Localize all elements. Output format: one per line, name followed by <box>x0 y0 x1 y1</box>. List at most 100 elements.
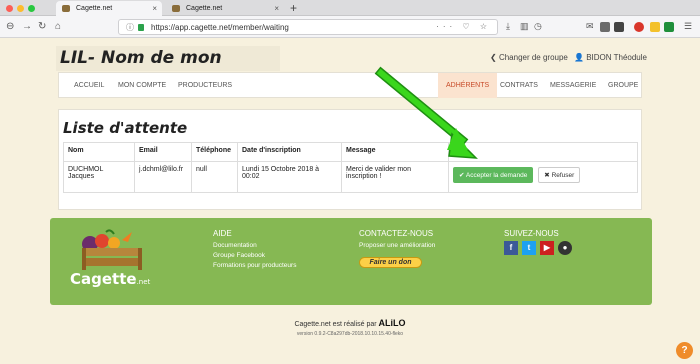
info-icon[interactable]: ⓘ <box>126 22 134 33</box>
donate-button[interactable]: Faire un don <box>359 257 422 268</box>
column-header <box>448 142 638 162</box>
footer-link-formations[interactable]: Formations pour producteurs <box>213 262 296 269</box>
x-icon: ✖ <box>544 172 550 179</box>
user-name: BIDON Théodule <box>586 53 647 62</box>
alilo-logo[interactable]: ALiLO <box>379 318 406 328</box>
check-icon: ✔ <box>459 172 465 179</box>
cell-name: DUCHMOL Jacques <box>63 161 135 193</box>
waiting-list-panel: Liste d'attente Nom Email Téléphone Date… <box>58 109 642 210</box>
footer-link-proposer[interactable]: Proposer une amélioration <box>359 242 435 249</box>
user-icon: 👤 <box>574 53 584 62</box>
zoom-window-button[interactable] <box>28 5 35 12</box>
adblock-icon[interactable] <box>634 22 644 32</box>
footer-heading-social: SUIVEZ-NOUS <box>504 229 559 238</box>
url-domain: https://app.cagette.net <box>151 23 231 32</box>
waiting-list-title: Liste d'attente <box>63 119 188 137</box>
brand-suffix: .net <box>136 278 151 286</box>
accept-label: Accepter la demande <box>465 172 528 179</box>
menu-item-adherents[interactable]: ADHÉRENTS <box>438 73 498 98</box>
message-line: inscription ! <box>346 173 382 180</box>
browser-titlebar: Cagette.net × Cagette.net × + <box>0 0 700 16</box>
forward-icon[interactable]: → <box>22 20 32 34</box>
menu-item-mon-compte[interactable]: MON COMPTE <box>118 73 166 98</box>
cell-message: Merci de valider mon inscription ! <box>341 161 449 193</box>
browser-tab[interactable]: Cagette.net × <box>166 1 284 16</box>
close-window-button[interactable] <box>6 5 13 12</box>
library-icon[interactable]: ▥ <box>520 21 529 32</box>
main-menu: ACCUEIL MON COMPTE PRODUCTEURS ADHÉRENTS… <box>58 72 642 98</box>
footer-heading-contact: CONTACTEZ-NOUS <box>359 229 434 238</box>
user-link[interactable]: 👤 BIDON Théodule <box>574 53 647 62</box>
mail-icon[interactable]: ✉ <box>586 21 594 32</box>
home-icon[interactable]: ⌂ <box>55 20 61 34</box>
cell-date: Lundi 15 Octobre 2018 à 00:02 <box>237 161 342 193</box>
history-icon[interactable]: ◷ <box>534 21 542 32</box>
version-text: version 0.9.2-C8a297db-2018.10.10.15.40-… <box>296 331 404 337</box>
menu-item-contrats[interactable]: CONTRATS <box>500 73 538 98</box>
footer-link-documentation[interactable]: Documentation <box>213 242 257 249</box>
minimize-window-button[interactable] <box>17 5 24 12</box>
member-firstname: Jacques <box>68 173 95 180</box>
url-bar[interactable]: ⓘ https://app.cagette.net/member/waiting… <box>118 19 498 35</box>
menu-item-groupe[interactable]: GROUPE <box>608 73 638 98</box>
column-header: Nom <box>63 142 135 162</box>
cagette-favicon <box>172 5 180 12</box>
date-line: Lundi 15 Octobre 2018 à <box>242 166 320 173</box>
cell-phone: null <box>191 161 238 193</box>
footer-brand: Cagette.net <box>70 270 150 288</box>
extension-icon[interactable] <box>614 22 624 32</box>
member-lastname: DUCHMOL <box>68 166 104 173</box>
refuse-label: Refuser <box>551 172 575 179</box>
menu-item-accueil[interactable]: ACCUEIL <box>74 73 104 98</box>
brand-name: Cagette <box>70 270 137 288</box>
back-icon[interactable]: ⊖ <box>6 20 14 34</box>
credit-line: Cagette.net est réalisé par ALiLO <box>0 318 700 328</box>
close-tab-icon[interactable]: × <box>152 1 157 16</box>
tab-title: Cagette.net <box>76 5 113 12</box>
column-header: Date d'inscription <box>237 142 342 162</box>
menu-item-messagerie[interactable]: MESSAGERIE <box>550 73 596 98</box>
help-button[interactable]: ? <box>676 342 693 359</box>
close-tab-icon[interactable]: × <box>274 1 279 16</box>
browser-toolbar: ⊖ → ↻ ⌂ ⓘ https://app.cagette.net/member… <box>0 16 700 38</box>
waiting-list-table: Nom Email Téléphone Date d'inscription M… <box>63 142 638 193</box>
download-icon[interactable]: ⤓ <box>506 21 510 32</box>
chevron-left-icon: ❮ <box>490 53 497 62</box>
footer-heading-aide: AIDE <box>213 229 232 238</box>
vegetable-crate-logo <box>82 229 142 270</box>
footer-link-groupe-facebook[interactable]: Groupe Facebook <box>213 252 265 259</box>
tab-title: Cagette.net <box>186 5 223 12</box>
page-actions[interactable]: ··· ♡ ☆ <box>436 22 491 31</box>
table-header-row: Nom Email Téléphone Date d'inscription M… <box>63 142 638 162</box>
message-line: Merci de valider mon <box>346 166 411 173</box>
page-content: LIL- Nom de mon groupe ❮ Changer de grou… <box>0 39 700 364</box>
cell-email: j.dchml@lilo.fr <box>134 161 192 193</box>
lock-icon <box>138 24 144 31</box>
column-header: Message <box>341 142 449 162</box>
extension-icon[interactable] <box>600 22 610 32</box>
refuse-button[interactable]: ✖ Refuser <box>538 167 581 183</box>
url-text[interactable]: https://app.cagette.net/member/waiting <box>151 23 289 32</box>
change-group-link[interactable]: ❮ Changer de groupe <box>490 53 568 62</box>
cell-actions: ✔ Accepter la demande ✖ Refuser <box>448 161 638 193</box>
browser-tab-active[interactable]: Cagette.net × <box>56 1 162 16</box>
change-group-label: Changer de groupe <box>498 53 568 62</box>
credit-text: Cagette.net est réalisé par <box>294 321 377 328</box>
facebook-icon[interactable]: f <box>504 241 518 255</box>
url-path: /member/waiting <box>230 23 289 32</box>
twitter-icon[interactable]: t <box>522 241 536 255</box>
group-title: LIL- Nom de mon groupe <box>56 46 280 93</box>
github-icon[interactable]: ● <box>558 241 572 255</box>
extension-icon[interactable] <box>664 22 674 32</box>
new-tab-button[interactable]: + <box>290 0 297 16</box>
footer: Cagette.net AIDE Documentation Groupe Fa… <box>50 218 652 305</box>
extension-icon[interactable] <box>650 22 660 32</box>
cagette-favicon <box>62 5 70 12</box>
reload-icon[interactable]: ↻ <box>38 20 46 34</box>
menu-icon[interactable]: ☰ <box>684 21 692 32</box>
youtube-icon[interactable]: ▶ <box>540 241 554 255</box>
time-line: 00:02 <box>242 173 260 180</box>
column-header: Téléphone <box>191 142 238 162</box>
accept-request-button[interactable]: ✔ Accepter la demande <box>453 167 534 183</box>
menu-item-producteurs[interactable]: PRODUCTEURS <box>178 73 232 98</box>
